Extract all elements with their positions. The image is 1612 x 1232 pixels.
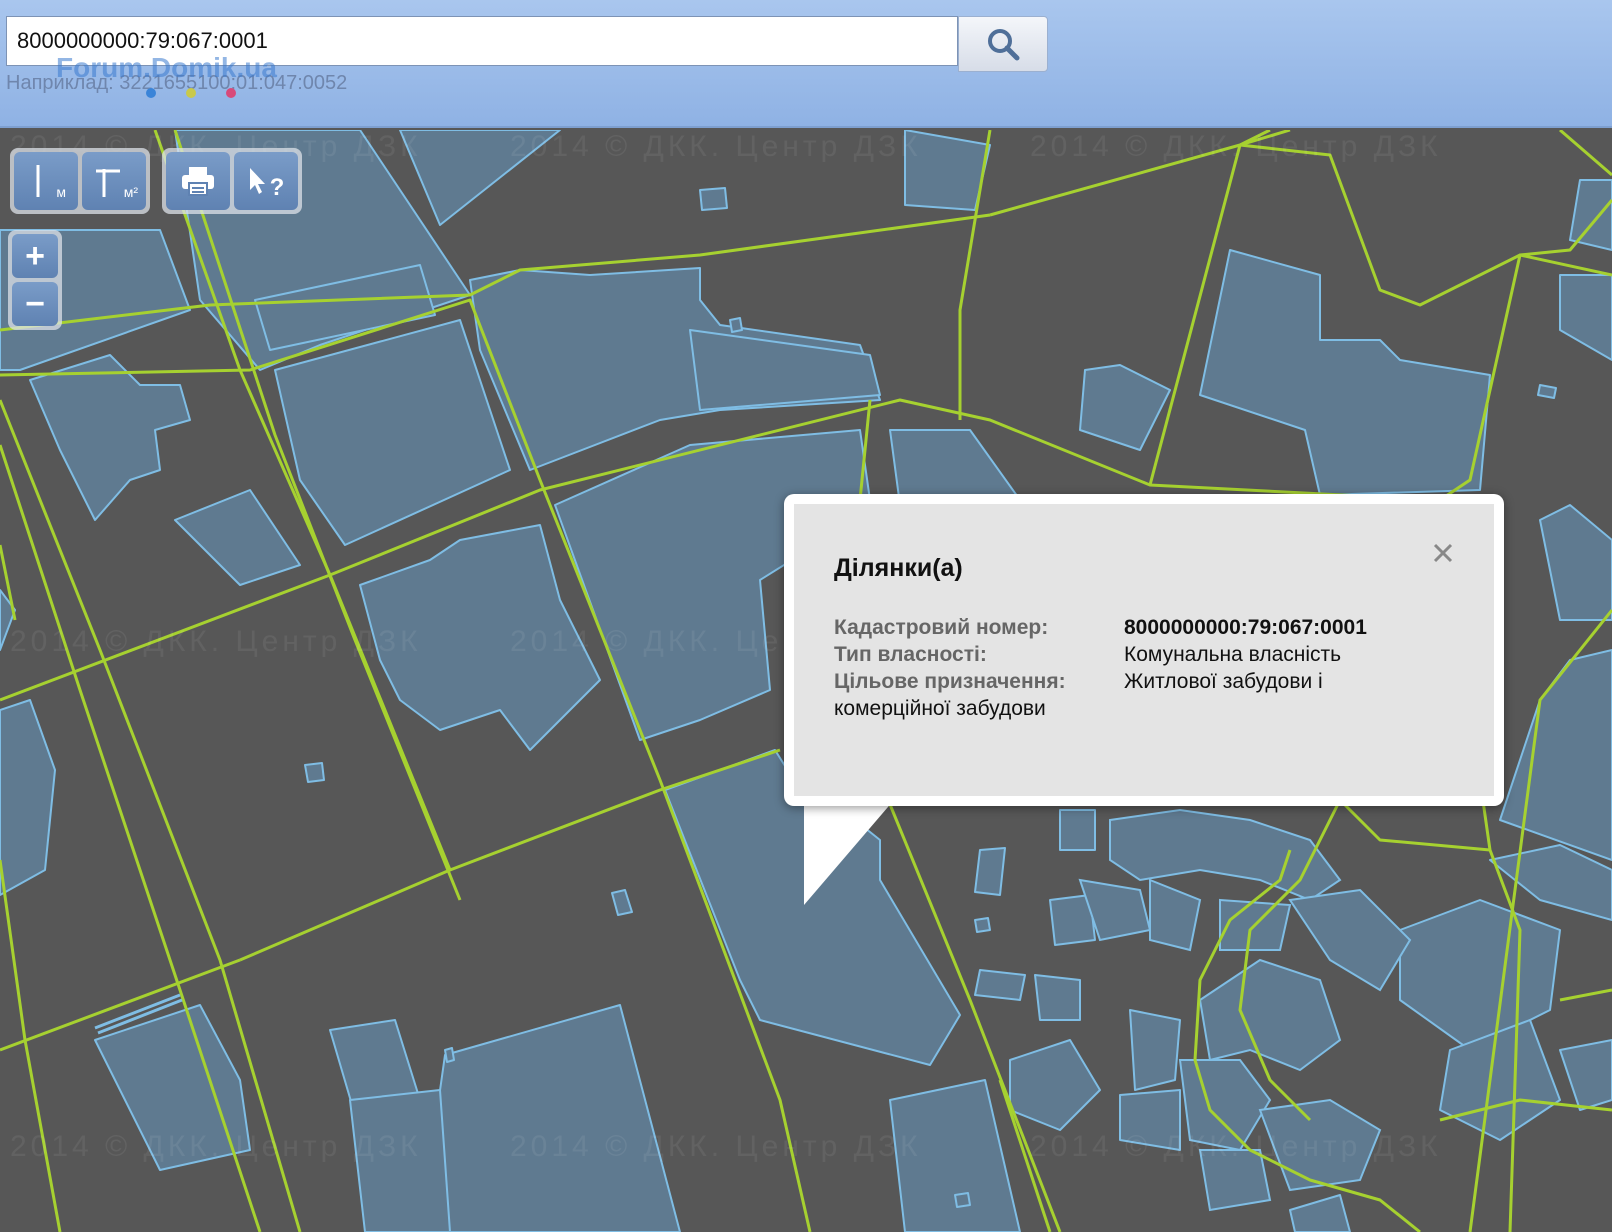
identify-question-mark: ? (269, 174, 285, 201)
popup-body: Ділянки(а) Кадастровий номер: 8000000000… (794, 504, 1494, 796)
cadastral-number-value: 8000000000:79:067:0001 (1124, 616, 1367, 639)
purpose-value: Житлової забудови і (1124, 670, 1323, 693)
popup-title: Ділянки(а) (834, 554, 963, 582)
plus-icon: + (25, 237, 45, 275)
zoom-control: + − (8, 230, 62, 330)
search-hint: Наприклад: 3221655100:01:047:0052 (6, 72, 348, 94)
area-unit-label: м² (123, 184, 138, 200)
printer-icon (182, 167, 214, 196)
tools-toolbar: ? (162, 148, 302, 214)
zoom-in-button[interactable]: + (12, 234, 58, 278)
close-icon (1433, 543, 1453, 563)
popup-close-button[interactable] (1428, 538, 1458, 568)
measure-area-button[interactable]: м² (82, 152, 146, 210)
cadastral-number-label: Кадастровий номер: (834, 616, 1049, 639)
zoom-out-button[interactable]: − (12, 282, 58, 326)
purpose-value-continued: комерційної забудови (834, 697, 1046, 720)
minus-icon: − (25, 285, 45, 323)
popup-pointer (804, 800, 894, 905)
print-button[interactable] (166, 152, 230, 210)
measure-toolbar: м м² (10, 148, 150, 214)
length-unit-label: м (56, 184, 66, 200)
parcel-info-popup: Ділянки(а) Кадастровий номер: 8000000000… (784, 494, 1504, 806)
ownership-type-value: Комунальна власність (1124, 643, 1342, 666)
search-icon (988, 29, 1020, 61)
search-button[interactable] (958, 16, 1048, 72)
cadastral-search-input[interactable] (6, 16, 958, 66)
measure-length-button[interactable]: м (14, 152, 78, 210)
cursor-question-icon (249, 168, 265, 194)
purpose-label: Цільове призначення: (834, 670, 1066, 693)
identify-button[interactable]: ? (234, 152, 298, 210)
ownership-type-label: Тип власності: (834, 643, 987, 666)
search-header: Наприклад: 3221655100:01:047:0052 Forum.… (0, 0, 1612, 128)
